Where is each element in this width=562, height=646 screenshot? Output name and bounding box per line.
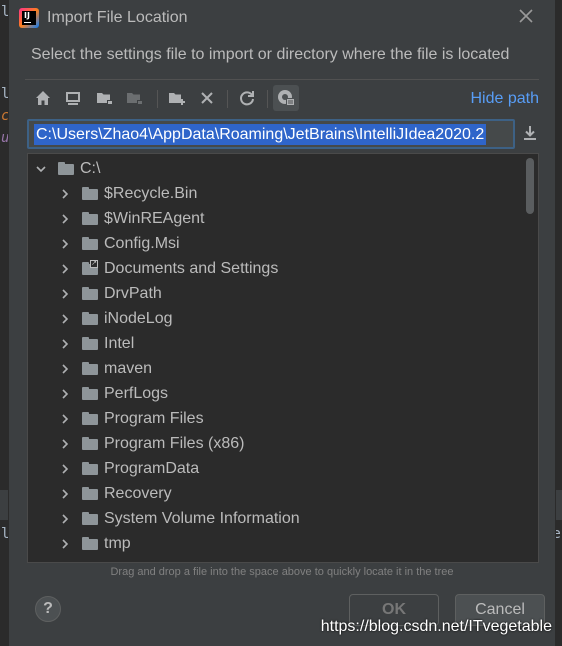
tree-root[interactable]: C:\: [36, 156, 100, 181]
chevron-right-icon[interactable]: [60, 488, 70, 499]
tree-row[interactable]: Intel: [60, 331, 134, 356]
tree-row[interactable]: System Volume Information: [60, 506, 300, 531]
intellij-logo-icon: IJ: [19, 8, 39, 28]
folder-icon: [82, 487, 98, 500]
folder-icon: [82, 362, 98, 375]
tree-row-label: Recovery: [104, 484, 172, 502]
folder-icon: [82, 287, 98, 300]
dialog-prompt: Select the settings file to import or di…: [31, 46, 510, 63]
chevron-right-icon[interactable]: [60, 438, 70, 449]
module-folder-icon: [123, 86, 147, 110]
tree-scrollbar[interactable]: [526, 158, 534, 214]
dialog-titlebar: IJ Import File Location: [9, 0, 555, 36]
tree-row-label: Program Files: [104, 409, 204, 427]
tree-row-label: DrvPath: [104, 284, 162, 302]
tree-row-label: $Recycle.Bin: [104, 184, 198, 202]
toolbar-separator: [227, 90, 228, 108]
tree-row-label: tmp: [104, 534, 131, 552]
folder-icon: [82, 537, 98, 550]
tree-row[interactable]: $Recycle.Bin: [60, 181, 197, 206]
chevron-down-icon[interactable]: [36, 164, 46, 174]
new-folder-icon[interactable]: [165, 86, 189, 110]
help-button[interactable]: ?: [35, 596, 61, 622]
import-file-location-dialog: IJ Import File Location Select the setti…: [8, 0, 556, 646]
tree-row-label: iNodeLog: [104, 309, 173, 327]
close-icon[interactable]: [517, 8, 535, 26]
path-input[interactable]: C:\Users\Zhao4\AppData\Roaming\JetBrains…: [27, 119, 515, 149]
toolbar-separator: [157, 90, 158, 108]
refresh-icon[interactable]: [235, 86, 259, 110]
chevron-right-icon[interactable]: [60, 238, 70, 249]
tree-row[interactable]: Program Files: [60, 406, 204, 431]
drag-drop-hint: Drag and drop a file into the space abov…: [110, 566, 454, 578]
tree-row-label: $WinREAgent: [104, 209, 205, 227]
folder-icon: [82, 337, 98, 350]
tree-root-label: C:\: [80, 159, 101, 177]
folder-icon: [58, 162, 74, 175]
tree-row[interactable]: Program Files (x86): [60, 431, 244, 456]
chevron-right-icon[interactable]: [60, 413, 70, 424]
tree-row[interactable]: iNodeLog: [60, 306, 173, 331]
folder-icon: [82, 412, 98, 425]
toolbar-separator: [267, 90, 268, 108]
tree-row-label: Config.Msi: [104, 234, 180, 252]
hide-path-link[interactable]: Hide path: [471, 90, 540, 108]
chevron-right-icon[interactable]: [60, 288, 70, 299]
tree-row[interactable]: maven: [60, 356, 152, 381]
tree-row[interactable]: Config.Msi: [60, 231, 180, 256]
divider: [25, 79, 539, 80]
project-folder-icon[interactable]: [93, 86, 117, 110]
folder-link-icon: ↗: [82, 260, 98, 275]
desktop-icon[interactable]: [61, 86, 85, 110]
home-icon[interactable]: [31, 86, 55, 110]
tree-row-label: System Volume Information: [104, 509, 300, 527]
chevron-right-icon[interactable]: [60, 263, 70, 274]
tree-row[interactable]: PerfLogs: [60, 381, 168, 406]
tree-row[interactable]: DrvPath: [60, 281, 162, 306]
folder-icon: [82, 437, 98, 450]
folder-icon: [82, 512, 98, 525]
chevron-right-icon[interactable]: [60, 538, 70, 549]
chevron-right-icon[interactable]: [60, 338, 70, 349]
folder-icon: [82, 462, 98, 475]
folder-icon: [82, 237, 98, 250]
tree-row-label: maven: [104, 359, 153, 377]
folder-icon: [82, 387, 98, 400]
folder-icon: [82, 312, 98, 325]
tree-row[interactable]: ↗ Documents and Settings: [60, 256, 278, 281]
tree-row[interactable]: ProgramData: [60, 456, 199, 481]
chevron-right-icon[interactable]: [60, 313, 70, 324]
chevron-right-icon[interactable]: [60, 388, 70, 399]
show-hidden-icon[interactable]: [273, 85, 299, 111]
chevron-right-icon[interactable]: [60, 213, 70, 224]
delete-icon[interactable]: [195, 86, 219, 110]
tree-row[interactable]: Recovery: [60, 481, 172, 506]
watermark-text: https://blog.csdn.net/ITvegetable: [320, 618, 552, 635]
tree-row[interactable]: tmp: [60, 531, 131, 556]
chevron-right-icon[interactable]: [60, 513, 70, 524]
path-input-value: C:\Users\Zhao4\AppData\Roaming\JetBrains…: [34, 124, 487, 145]
file-tree[interactable]: C:\ $Recycle.Bin $WinREAgent Config.Msi ↗ Do…: [27, 153, 539, 563]
folder-icon: [82, 212, 98, 225]
tree-row-label: Program Files (x86): [104, 434, 245, 452]
dialog-title: Import File Location: [47, 9, 188, 26]
tree-row-label: Documents and Settings: [104, 259, 279, 277]
chevron-right-icon[interactable]: [60, 363, 70, 374]
chevron-right-icon[interactable]: [60, 463, 70, 474]
tree-row-label: ProgramData: [104, 459, 200, 477]
tree-row-label: PerfLogs: [104, 384, 169, 402]
tree-row[interactable]: $WinREAgent: [60, 206, 205, 231]
chevron-right-icon[interactable]: [60, 188, 70, 199]
tree-row-label: Intel: [104, 334, 135, 352]
folder-icon: [82, 187, 98, 200]
download-icon[interactable]: [521, 124, 541, 144]
